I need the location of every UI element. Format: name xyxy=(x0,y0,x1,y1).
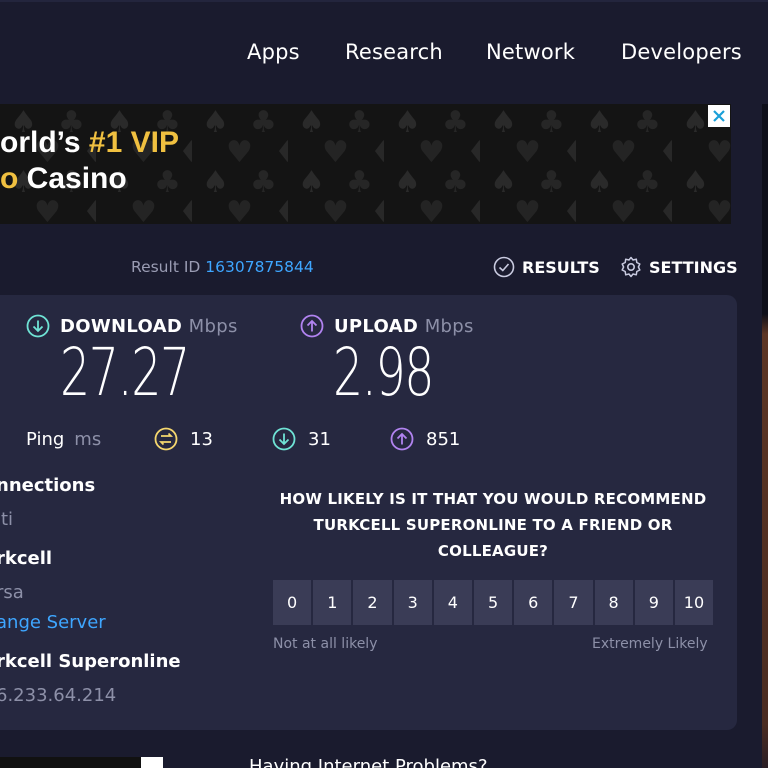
rating-10[interactable]: 10 xyxy=(674,580,714,625)
connections-label: nnections xyxy=(0,475,96,496)
rating-9[interactable]: 9 xyxy=(634,580,673,625)
rating-8[interactable]: 8 xyxy=(594,580,633,625)
ping-idle-icon xyxy=(154,427,178,451)
rating-6[interactable]: 6 xyxy=(514,580,553,625)
nav-item-network[interactable]: Network xyxy=(486,40,575,64)
rating-scale: 0 1 2 3 4 5 6 7 8 9 10 xyxy=(273,580,714,625)
isp-name: rkcell Superonline xyxy=(0,651,181,672)
upload-speed-value: 2.98 xyxy=(333,334,434,411)
bottom-ad-close-icon[interactable] xyxy=(141,757,163,768)
ping-download-icon xyxy=(272,427,296,451)
results-button[interactable]: RESULTS xyxy=(493,256,600,278)
connections-value[interactable]: lti xyxy=(0,509,13,530)
survey-question: HOW LIKELY IS IT THAT YOU WOULD RECOMMEN… xyxy=(279,490,707,560)
ping-upload-icon xyxy=(390,427,414,451)
ping-upload-value: 851 xyxy=(426,428,461,450)
bottom-advertisement[interactable] xyxy=(0,757,162,768)
rating-4[interactable]: 4 xyxy=(433,580,472,625)
ip-address: 6.233.64.214 xyxy=(0,685,117,706)
ping-upload: 851 xyxy=(390,427,460,451)
advertisement-banner[interactable]: ♠ ♣ ♥ ♦ orld’s #1 VIP o Casino xyxy=(0,104,731,224)
page-edge xyxy=(762,104,768,768)
download-unit: Mbps xyxy=(188,315,238,337)
check-circle-icon xyxy=(493,256,515,278)
ping-idle-value: 13 xyxy=(190,428,213,450)
ping-download-value: 31 xyxy=(308,428,331,450)
rating-5[interactable]: 5 xyxy=(473,580,513,625)
rating-2[interactable]: 2 xyxy=(353,580,392,625)
rating-1[interactable]: 1 xyxy=(313,580,352,625)
download-speed-value: 27.27 xyxy=(60,334,190,411)
rating-3[interactable]: 3 xyxy=(393,580,432,625)
ping-label: Ping ms xyxy=(26,429,102,450)
nav-item-developers[interactable]: Developers xyxy=(621,40,742,64)
scale-high-label: Extremely Likely xyxy=(592,636,708,652)
rating-0[interactable]: 0 xyxy=(273,580,312,625)
download-arrow-icon xyxy=(26,314,50,338)
ad-close-icon[interactable] xyxy=(708,105,730,127)
ad-headline-line2: o Casino xyxy=(0,162,127,195)
change-server-link[interactable]: ange Server xyxy=(0,612,106,633)
gear-icon xyxy=(621,256,641,278)
rating-7[interactable]: 7 xyxy=(554,580,593,625)
top-navigation: Apps Research Network Developers xyxy=(0,0,768,104)
result-id: Result ID 16307875844 xyxy=(131,258,314,276)
settings-button[interactable]: SETTINGS xyxy=(620,256,738,278)
nav-item-research[interactable]: Research xyxy=(345,40,443,64)
ping-download: 31 xyxy=(272,427,331,451)
internet-problems-heading: Having Internet Problems? xyxy=(249,756,488,768)
ping-idle: 13 xyxy=(154,427,213,451)
scale-low-label: Not at all likely xyxy=(273,636,378,652)
result-id-link[interactable]: 16307875844 xyxy=(205,258,313,276)
server-city: rsa xyxy=(0,582,24,603)
ad-headline-line1: orld’s #1 VIP xyxy=(0,126,179,159)
nav-item-apps[interactable]: Apps xyxy=(247,40,300,64)
server-name: rkcell xyxy=(0,548,53,569)
upload-arrow-icon xyxy=(300,314,324,338)
